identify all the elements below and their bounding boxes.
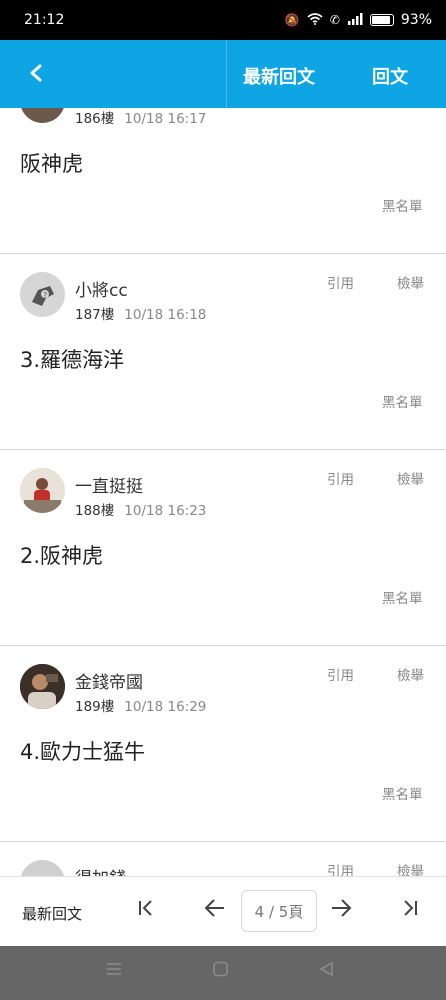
status-icons: 🔕 ✆ 93% (285, 12, 432, 28)
post-item: ? 小將cc 187樓 10/18 16:18 引用 檢舉 3.羅德海洋 黑名單 (0, 254, 446, 450)
post-content: 4.歐力士猛牛 (20, 740, 146, 764)
avatar[interactable] (20, 108, 65, 123)
floor-number: 186樓 (75, 111, 115, 127)
post-item: 得加錢 引用 檢舉 (0, 842, 446, 876)
battery-icon (369, 14, 394, 26)
battery-percent: 93% (400, 12, 432, 28)
avatar[interactable] (20, 860, 65, 876)
blacklist-button[interactable]: 黑名單 (382, 391, 423, 411)
report-button[interactable]: 檢舉 (397, 664, 424, 684)
post-content: 阪神虎 (20, 152, 83, 176)
quote-button[interactable]: 引用 (327, 860, 354, 876)
page-selector[interactable]: 4 / 5頁 (241, 890, 317, 932)
post-content: 3.羅德海洋 (20, 348, 125, 372)
post-content: 2.阪神虎 (20, 544, 104, 568)
back-button[interactable] (22, 60, 50, 88)
recent-apps-button[interactable] (105, 961, 123, 982)
latest-replies-link[interactable]: 最新回文 (22, 903, 82, 924)
home-button[interactable] (212, 961, 230, 982)
first-page-button[interactable] (135, 897, 157, 927)
post-meta: 189樓 10/18 16:29 (75, 695, 206, 715)
system-nav-bar (0, 946, 446, 1000)
svg-text:?: ? (43, 291, 47, 300)
post-date: 10/18 16:23 (124, 503, 207, 519)
quote-button[interactable]: 引用 (327, 468, 354, 488)
post-item: 金錢帝國 189樓 10/18 16:29 引用 檢舉 4.歐力士猛牛 黑名單 (0, 646, 446, 842)
avatar[interactable] (20, 664, 65, 709)
blacklist-button[interactable]: 黑名單 (382, 783, 423, 803)
post-meta: 187樓 10/18 16:18 (75, 303, 206, 323)
floor-number: 187樓 (75, 307, 115, 323)
post-item: 186樓 10/18 16:17 阪神虎 黑名單 (0, 108, 446, 254)
signal-icon (347, 13, 363, 27)
floor-number: 189樓 (75, 699, 115, 715)
post-date: 10/18 16:29 (124, 699, 207, 715)
user-photo-icon (20, 664, 65, 709)
pagination-toolbar: 最新回文 4 / 5頁 (0, 876, 446, 946)
menu-icon (107, 963, 121, 975)
default-avatar-icon: ? (32, 286, 54, 306)
status-bar: 21:12 🔕 ✆ 93% (0, 0, 446, 40)
system-back-button[interactable] (318, 961, 336, 982)
report-button[interactable]: 檢舉 (397, 860, 424, 876)
blacklist-button[interactable]: 黑名單 (382, 195, 423, 215)
quote-button[interactable]: 引用 (327, 272, 354, 292)
call-icon: ✆ (329, 13, 340, 27)
author-name[interactable]: 得加錢 (75, 864, 126, 876)
author-name[interactable]: 一直挺挺 (75, 472, 143, 497)
first-page-icon (139, 900, 152, 916)
post-meta: 186樓 10/18 16:17 (75, 108, 206, 127)
arrow-left-icon (204, 899, 224, 917)
report-button[interactable]: 檢舉 (397, 272, 424, 292)
square-icon (213, 961, 228, 977)
latest-replies-button[interactable]: 最新回文 (243, 63, 315, 89)
post-date: 10/18 16:17 (124, 111, 207, 127)
wifi-icon (307, 13, 323, 27)
app-bar-divider (226, 40, 227, 108)
avatar[interactable] (20, 468, 65, 513)
floor-number: 188樓 (75, 503, 115, 519)
arrow-right-icon (332, 899, 352, 917)
blacklist-button[interactable]: 黑名單 (382, 587, 423, 607)
prev-page-button[interactable] (203, 897, 227, 927)
app-bar: 最新回文 回文 (0, 40, 446, 108)
triangle-back-icon (319, 961, 333, 977)
status-time: 21:12 (24, 12, 65, 28)
avatar[interactable]: ? (20, 272, 65, 317)
user-photo-icon (20, 468, 65, 513)
post-list[interactable]: 186樓 10/18 16:17 阪神虎 黑名單 ? 小將cc 187樓 10/18… (0, 108, 446, 876)
quote-button[interactable]: 引用 (327, 664, 354, 684)
author-name[interactable]: 金錢帝國 (75, 668, 143, 693)
last-page-icon (404, 900, 417, 916)
mute-icon: 🔕 (284, 13, 300, 27)
last-page-button[interactable] (399, 897, 421, 927)
next-page-button[interactable] (329, 897, 353, 927)
post-item: 一直挺挺 188樓 10/18 16:23 引用 檢舉 2.阪神虎 黑名單 (0, 450, 446, 646)
report-button[interactable]: 檢舉 (397, 468, 424, 488)
chevron-left-icon (29, 60, 43, 88)
reply-button[interactable]: 回文 (372, 63, 408, 89)
page-indicator: 4 / 5頁 (254, 902, 304, 921)
post-date: 10/18 16:18 (124, 307, 207, 323)
author-name[interactable]: 小將cc (75, 276, 128, 301)
post-meta: 188樓 10/18 16:23 (75, 499, 206, 519)
